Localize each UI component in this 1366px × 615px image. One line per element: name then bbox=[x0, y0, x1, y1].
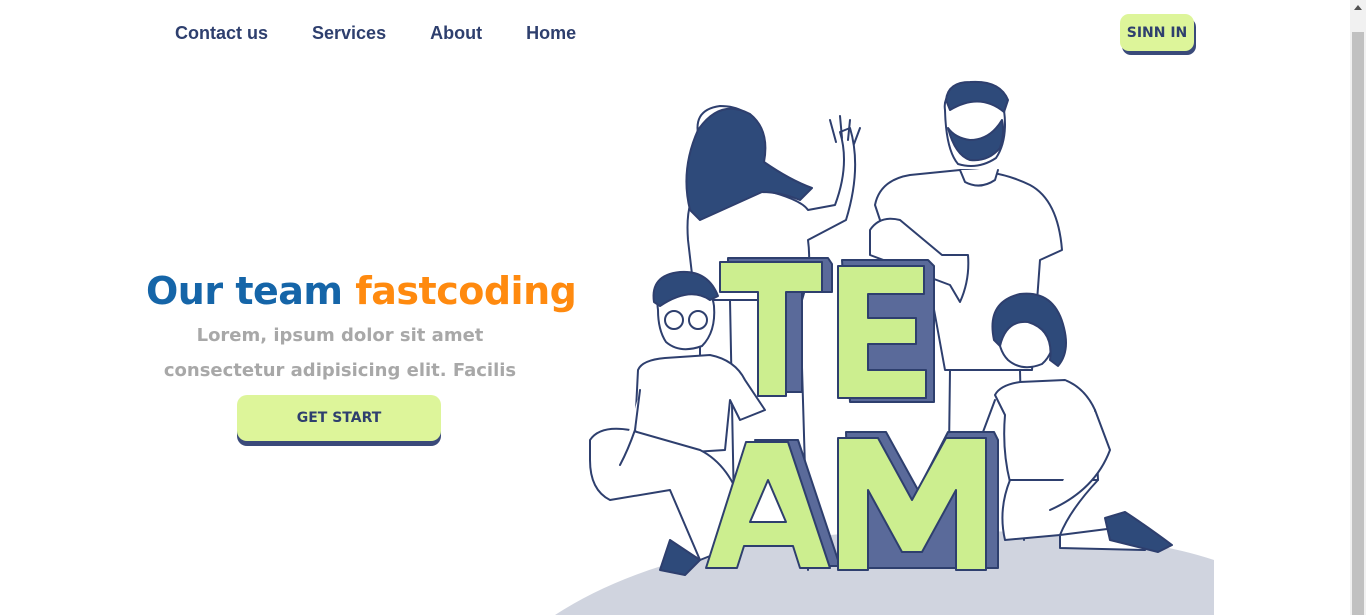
sign-in-button[interactable]: SINN IN bbox=[1120, 14, 1194, 51]
get-start-button[interactable]: GET START bbox=[237, 395, 441, 441]
team-illustration bbox=[555, 80, 1214, 615]
hero-title: Our team fastcoding bbox=[146, 268, 577, 314]
nav-link-about[interactable]: About bbox=[430, 22, 482, 44]
girl-kneeling-figure bbox=[979, 292, 1173, 553]
letter-m bbox=[837, 431, 999, 571]
nav-link-contact-us[interactable]: Contact us bbox=[175, 22, 268, 44]
vertical-scrollbar[interactable] bbox=[1350, 0, 1366, 615]
hero-description: Lorem, ipsum dolor sit amet consectetur … bbox=[163, 325, 517, 381]
hero-title-part1: Our team bbox=[146, 269, 343, 313]
letter-e bbox=[837, 259, 935, 403]
nav-links: Contact us Services About Home bbox=[175, 22, 620, 44]
scrollbar-thumb[interactable] bbox=[1352, 32, 1364, 615]
nav-link-home[interactable]: Home bbox=[526, 22, 576, 44]
hero-title-part2: fastcoding bbox=[355, 269, 577, 313]
top-navigation: Contact us Services About Home SINN IN bbox=[0, 0, 1350, 64]
nav-link-services[interactable]: Services bbox=[312, 22, 386, 44]
scroll-up-arrow-icon[interactable] bbox=[1350, 0, 1366, 16]
